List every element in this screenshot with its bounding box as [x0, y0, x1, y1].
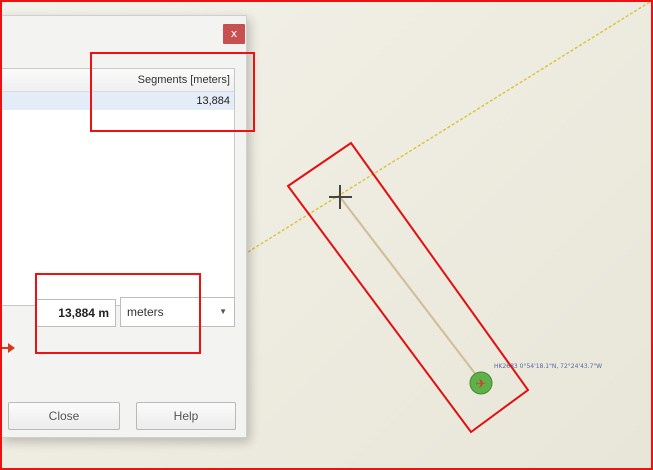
aircraft-marker[interactable]: ✈	[469, 371, 493, 395]
aircraft-icon: ✈	[476, 377, 487, 392]
close-icon[interactable]: x	[223, 24, 245, 44]
chevron-down-icon: ▼	[219, 307, 227, 316]
aircraft-label: HK2683 0°54'18.1"N, 72°24'43.7"W	[494, 363, 603, 370]
annotation-box-segments	[90, 52, 255, 132]
crosshair-icon[interactable]	[329, 185, 352, 209]
measure-line	[339, 196, 481, 381]
flight-path-line	[247, 0, 653, 253]
close-button[interactable]: Close	[8, 402, 120, 430]
help-button[interactable]: Help	[136, 402, 236, 430]
annotation-box-total	[35, 273, 201, 354]
